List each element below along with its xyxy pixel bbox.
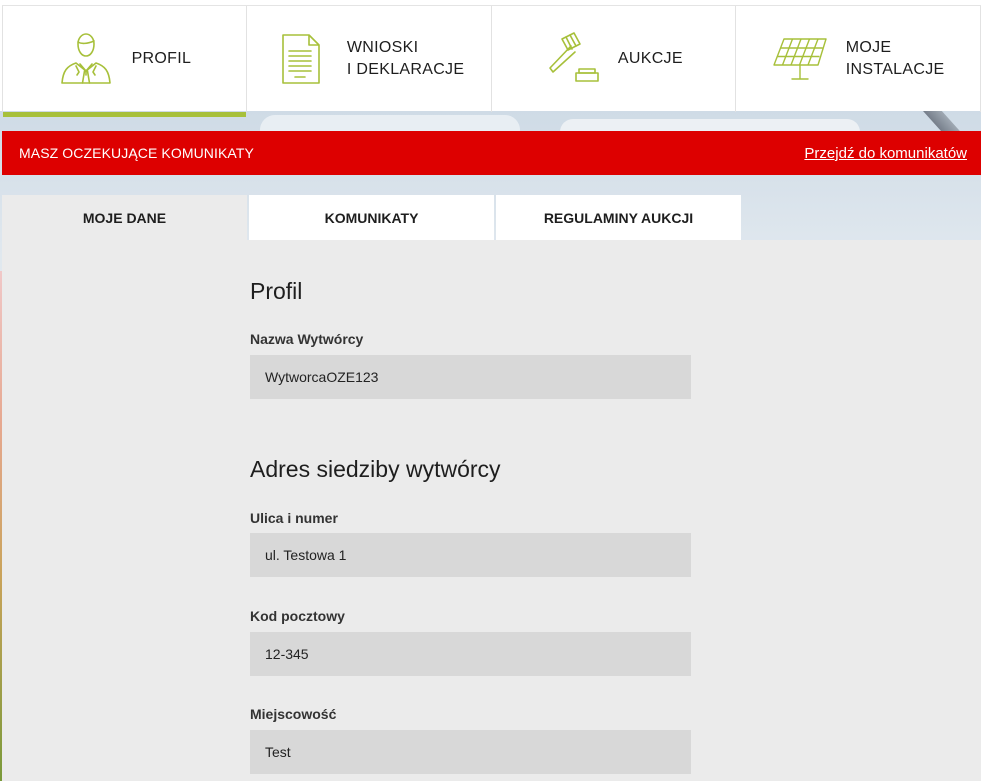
nav-item-wnioski[interactable]: WNIOSKI I DEKLARACJE <box>247 6 492 112</box>
notification-message: MASZ OCZEKUJĄCE KOMUNIKATY <box>19 145 254 161</box>
nav-label-wnioski: WNIOSKI I DEKLARACJE <box>346 39 465 78</box>
street-label: Ulica i numer <box>250 510 338 526</box>
notification-bar: MASZ OCZEKUJĄCE KOMUNIKATY Przejdź do ko… <box>2 131 981 175</box>
nav-item-profil[interactable]: PROFIL <box>2 6 247 117</box>
document-icon <box>282 34 320 84</box>
solar-panel-icon <box>773 38 827 80</box>
nav-label-instalacje: MOJE INSTALACJE <box>845 39 945 78</box>
gavel-icon <box>549 32 599 82</box>
tab-regulaminy-aukcji[interactable]: REGULAMINY AUKCJI <box>496 195 741 240</box>
nav-item-aukcje[interactable]: AUKCJE <box>492 6 737 112</box>
tab-moje-dane[interactable]: MOJE DANE <box>2 195 247 240</box>
city-field[interactable]: Test <box>250 730 691 774</box>
producer-name-field[interactable]: WytworcaOZE123 <box>250 355 691 399</box>
person-icon <box>60 33 111 84</box>
street-field[interactable]: ul. Testowa 1 <box>250 533 691 577</box>
nav-item-instalacje[interactable]: MOJE INSTALACJE <box>736 6 981 112</box>
address-title: Adres siedziby wytwórcy <box>250 456 501 482</box>
profile-tabs: MOJE DANE KOMUNIKATY REGULAMINY AUKCJI <box>2 195 743 240</box>
nav-label-profil: PROFIL <box>131 50 192 67</box>
nav-label-aukcje: AUKCJE <box>617 50 683 67</box>
tab-komunikaty[interactable]: KOMUNIKATY <box>249 195 494 240</box>
main-navigation: PROFIL WNIOSKI I DEKLARACJE AUKCJE MOJE … <box>2 5 981 117</box>
producer-name-label: Nazwa Wytwórcy <box>250 331 364 347</box>
main-panel: Profil Nazwa Wytwórcy WytworcaOZE123 Adr… <box>2 240 981 781</box>
city-label: Miejscowość <box>250 706 337 722</box>
postal-code-field[interactable]: 12-345 <box>250 632 691 676</box>
postal-code-label: Kod pocztowy <box>250 608 345 624</box>
go-to-messages-link[interactable]: Przejdź do komunikatów <box>804 145 967 162</box>
profile-title: Profil <box>250 278 303 304</box>
